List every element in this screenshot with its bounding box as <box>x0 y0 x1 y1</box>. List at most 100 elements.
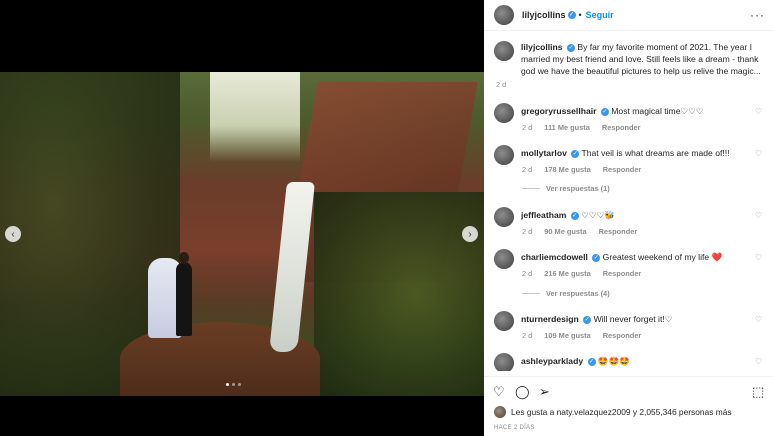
commenter-username[interactable]: nturnerdesign <box>521 314 579 324</box>
comment-item: jeffleatham ✓ ♡♡♡🐝 2 d 90 Me gusta Respo… <box>494 207 766 247</box>
view-replies-label[interactable]: Ver respuestas (4) <box>546 289 610 298</box>
like-comment-icon[interactable]: ♡ <box>755 149 762 158</box>
forest-right <box>314 192 484 396</box>
replies-line <box>522 293 540 294</box>
like-comment-icon[interactable]: ♡ <box>755 107 762 116</box>
carousel-dot <box>226 383 229 386</box>
verified-icon: ✓ <box>583 315 592 324</box>
replies-line <box>522 188 540 189</box>
comment-likes[interactable]: 109 Me gusta <box>544 331 590 340</box>
comment-body: ♡♡♡🐝 <box>581 210 615 220</box>
comment-age: 2 d <box>522 269 533 278</box>
commenter-avatar[interactable] <box>494 249 514 269</box>
comments-list[interactable]: lilyjcollins ✓ By far my favorite moment… <box>484 31 773 371</box>
comment-text: ashleyparklady ✓ 🤩🤩🤩 <box>521 355 769 367</box>
reply-button[interactable]: Responder <box>603 165 642 174</box>
commenter-avatar[interactable] <box>494 103 514 123</box>
author-avatar[interactable] <box>494 41 514 61</box>
comment-likes[interactable]: 111 Me gusta <box>544 123 590 132</box>
verified-icon: ✓ <box>571 149 580 158</box>
media-area: ‹ › <box>0 0 484 436</box>
previous-photo-button[interactable]: ‹ <box>5 226 21 242</box>
comment-text: charliemcdowell ✓ Greatest weekend of my… <box>521 251 769 263</box>
view-replies-button[interactable]: Ver respuestas (1) <box>522 184 610 193</box>
like-comment-icon[interactable]: ♡ <box>755 315 762 324</box>
separator-dot: • <box>578 10 582 20</box>
carousel-dot <box>232 383 235 386</box>
commenter-avatar[interactable] <box>494 353 514 371</box>
view-replies-label[interactable]: Ver respuestas (1) <box>546 184 610 193</box>
comment-icon[interactable]: ◯ <box>515 384 530 400</box>
comment-item: charliemcdowell ✓ Greatest weekend of my… <box>494 249 766 289</box>
post-actions: ♡ ◯ ➢ ⬚ <box>484 380 773 400</box>
comment-meta: 2 d 109 Me gusta Responder <box>522 331 641 340</box>
chevron-left-icon: ‹ <box>11 228 15 240</box>
comment-body: That veil is what dreams are made of!!! <box>581 148 730 158</box>
commenter-username[interactable]: charliemcdowell <box>521 252 588 262</box>
like-comment-icon[interactable]: ♡ <box>755 211 762 220</box>
comment-likes[interactable]: 178 Me gusta <box>544 165 590 174</box>
verified-icon: ✓ <box>567 11 576 19</box>
post-timestamp: HACE 2 DÍAS <box>494 425 535 431</box>
comment-text: mollytarlov ✓ That veil is what dreams a… <box>521 147 769 159</box>
view-replies-button[interactable]: Ver respuestas (4) <box>522 289 610 298</box>
reply-button[interactable]: Responder <box>599 227 638 236</box>
comment-item: mollytarlov ✓ That veil is what dreams a… <box>494 145 766 185</box>
comment-age: 2 d <box>522 165 533 174</box>
post-header: lilyjcollins ✓ • Seguir ··· <box>484 0 773 31</box>
comment-age: 2 d <box>522 123 533 132</box>
chevron-right-icon: › <box>468 228 472 240</box>
comment-likes[interactable]: 90 Me gusta <box>544 227 586 236</box>
next-photo-button[interactable]: › <box>462 226 478 242</box>
comment-body: Greatest weekend of my life ❤️ <box>602 252 723 262</box>
post-panel: lilyjcollins ✓ • Seguir ··· lilyjcollins… <box>484 0 773 436</box>
comment-age: 2 d <box>522 331 533 340</box>
commenter-username[interactable]: ashleyparklady <box>521 356 583 366</box>
caption-text: lilyjcollins ✓ By far my favorite moment… <box>521 41 771 77</box>
verified-icon: ✓ <box>566 43 575 52</box>
verified-icon: ✓ <box>570 211 579 220</box>
carousel-dot <box>238 383 241 386</box>
comment-meta: 2 d 178 Me gusta Responder <box>522 165 641 174</box>
like-comment-icon[interactable]: ♡ <box>755 357 762 366</box>
sky-patch <box>210 72 300 162</box>
commenter-avatar[interactable] <box>494 311 514 331</box>
like-comment-icon[interactable]: ♡ <box>755 253 762 262</box>
post-caption: lilyjcollins ✓ By far my favorite moment… <box>494 41 766 101</box>
comment-item: nturnerdesign ✓ Will never forget it!♡ 2… <box>494 311 766 351</box>
commenter-avatar[interactable] <box>494 207 514 227</box>
comment-meta: 2 d 216 Me gusta Responder <box>522 269 641 278</box>
comment-text: nturnerdesign ✓ Will never forget it!♡ <box>521 313 769 325</box>
save-bookmark-icon[interactable]: ⬚ <box>752 384 764 400</box>
more-options-icon[interactable]: ··· <box>750 8 765 22</box>
commenter-username[interactable]: jeffleatham <box>521 210 566 220</box>
groom-figure <box>176 252 192 336</box>
comment-age: 2 d <box>522 227 533 236</box>
verified-icon: ✓ <box>592 253 601 262</box>
caption-username[interactable]: lilyjcollins <box>521 42 563 52</box>
comment-item: ashleyparklady ✓ 🤩🤩🤩 ♡ <box>494 353 766 371</box>
post-photo <box>0 72 484 396</box>
caption-age: 2 d <box>496 80 507 89</box>
caption-meta: 2 d <box>496 80 506 89</box>
commenter-avatar[interactable] <box>494 145 514 165</box>
share-icon[interactable]: ➢ <box>539 384 550 400</box>
comment-likes[interactable]: 216 Me gusta <box>544 269 590 278</box>
commenter-username[interactable]: mollytarlov <box>521 148 567 158</box>
likes-summary: Les gusta a naty.velazquez2009 y 2,055,3… <box>494 406 732 418</box>
comment-meta: 2 d 90 Me gusta Responder <box>522 227 637 236</box>
actions-divider <box>484 376 773 377</box>
author-username[interactable]: lilyjcollins <box>522 10 566 20</box>
comment-item: gregoryrussellhair ✓ Most magical time♡♡… <box>494 103 766 143</box>
likes-text[interactable]: Les gusta a naty.velazquez2009 y 2,055,3… <box>511 407 732 417</box>
like-heart-icon[interactable]: ♡ <box>493 384 505 400</box>
follow-button[interactable]: Seguir <box>586 10 614 20</box>
commenter-username[interactable]: gregoryrussellhair <box>521 106 596 116</box>
verified-icon: ✓ <box>600 107 609 116</box>
author-avatar[interactable] <box>494 5 514 25</box>
carousel-dots <box>226 383 241 386</box>
reply-button[interactable]: Responder <box>603 331 642 340</box>
reply-button[interactable]: Responder <box>602 123 641 132</box>
reply-button[interactable]: Responder <box>603 269 642 278</box>
comment-meta: 2 d 111 Me gusta Responder <box>522 123 641 132</box>
